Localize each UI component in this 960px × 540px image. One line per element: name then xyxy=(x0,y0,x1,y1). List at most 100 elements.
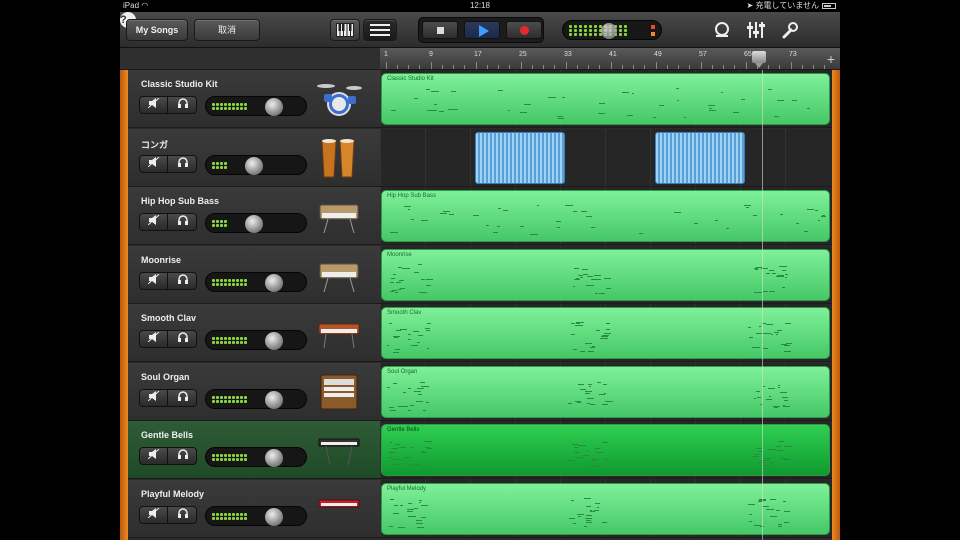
track-volume-slider[interactable] xyxy=(205,213,307,233)
play-button[interactable] xyxy=(464,21,500,39)
headphones-icon xyxy=(178,390,188,401)
mute-button[interactable] xyxy=(140,506,168,523)
audio-region[interactable] xyxy=(655,131,745,184)
mute-button[interactable] xyxy=(140,448,168,464)
track-header[interactable]: Soul Organ xyxy=(128,362,380,421)
track-lane[interactable] xyxy=(380,128,832,187)
ruler-tick xyxy=(633,65,634,69)
add-section-button[interactable]: + xyxy=(822,50,840,68)
drum-kit-icon[interactable] xyxy=(316,78,362,120)
track-level-meter xyxy=(212,453,252,463)
tracks-view-button[interactable] xyxy=(363,19,397,41)
track-volume-slider[interactable] xyxy=(205,447,307,467)
record-button[interactable] xyxy=(506,21,542,39)
track-volume-knob[interactable] xyxy=(265,449,283,467)
track-volume-knob[interactable] xyxy=(265,332,283,350)
undo-button[interactable]: 取消 xyxy=(194,19,260,41)
solo-button[interactable] xyxy=(169,97,197,113)
region-label: Soul Organ xyxy=(387,368,418,375)
stop-button[interactable] xyxy=(422,21,458,39)
region-label: Smooth Clav xyxy=(387,310,422,316)
lane-gridline xyxy=(605,128,606,186)
playhead-handle[interactable] xyxy=(752,51,766,68)
solo-button[interactable] xyxy=(169,448,197,464)
track-volume-knob[interactable] xyxy=(265,390,283,409)
keyboard-icon[interactable] xyxy=(316,429,362,471)
mute-button[interactable] xyxy=(140,97,168,113)
track-lane[interactable]: Gentle Bells xyxy=(380,421,832,479)
track-header[interactable]: Gentle Bells xyxy=(128,421,380,479)
track-volume-slider[interactable] xyxy=(205,271,307,292)
track-header[interactable]: Moonrise xyxy=(128,245,380,304)
my-songs-button[interactable]: My Songs xyxy=(126,19,188,41)
track-header[interactable]: Classic Studio Kit xyxy=(128,70,380,128)
loop-browser-icon[interactable] xyxy=(712,21,732,41)
solo-button[interactable] xyxy=(169,507,197,523)
synth-keyboard-icon[interactable] xyxy=(316,254,362,296)
ruler-mark: 49 xyxy=(654,51,662,58)
solo-button[interactable] xyxy=(169,214,197,230)
solo-button[interactable] xyxy=(169,331,197,347)
ruler-tick xyxy=(386,62,387,69)
track-lane[interactable]: Classic Studio Kit xyxy=(380,70,832,128)
synth-keyboard-icon[interactable] xyxy=(316,195,362,237)
master-volume-knob[interactable] xyxy=(601,23,617,39)
ruler-tick xyxy=(611,62,612,69)
track-volume-slider[interactable] xyxy=(205,388,307,409)
speaker-mute-icon xyxy=(147,448,159,460)
ruler-tick xyxy=(678,65,679,69)
track-header[interactable]: Hip Hop Sub Bass xyxy=(128,187,380,245)
ruler-tick xyxy=(487,65,488,69)
solo-button[interactable] xyxy=(169,390,197,406)
track-header[interactable]: コンガ xyxy=(128,128,380,187)
ruler-tick xyxy=(689,65,690,69)
track-volume-knob[interactable] xyxy=(265,273,283,292)
track-lane[interactable]: Hip Hop Sub Bass xyxy=(380,187,832,245)
track-volume-knob[interactable] xyxy=(245,156,263,175)
audio-region[interactable] xyxy=(475,131,565,184)
track-lane[interactable]: Soul Organ xyxy=(380,362,832,421)
clip-indicator-low xyxy=(651,32,655,36)
battery-icon xyxy=(822,2,836,9)
right-edge-bar xyxy=(832,70,840,540)
solo-button[interactable] xyxy=(169,156,197,172)
track-buttons xyxy=(139,330,197,348)
lane-gridline xyxy=(650,128,651,186)
red-keyboard-icon[interactable] xyxy=(316,488,362,530)
track-level-meter xyxy=(212,512,252,522)
mute-button[interactable] xyxy=(140,214,168,230)
mute-button[interactable] xyxy=(140,155,168,172)
track-buttons xyxy=(139,388,197,407)
track-volume-knob[interactable] xyxy=(265,507,283,526)
track-name: Soul Organ xyxy=(141,371,190,382)
wrench-icon[interactable] xyxy=(780,21,800,41)
track-buttons xyxy=(139,505,197,524)
track-lane[interactable]: Smooth Clav xyxy=(380,304,832,362)
ruler-tick xyxy=(802,65,803,69)
mute-button[interactable] xyxy=(140,389,168,406)
track-header[interactable]: Playful Melody xyxy=(128,479,380,538)
solo-button[interactable] xyxy=(169,273,197,289)
conga-icon[interactable] xyxy=(316,137,362,179)
track-volume-knob[interactable] xyxy=(245,215,263,233)
ipad-screen: iPad ◠ 12:18 ➤ 充電していません My Songs 取消 ? 1 … xyxy=(120,0,840,540)
mute-button[interactable] xyxy=(140,331,168,347)
clavinet-icon[interactable] xyxy=(316,312,362,354)
track-volume-slider[interactable] xyxy=(205,330,307,350)
track-volume-slider[interactable] xyxy=(205,505,307,526)
track-volume-slider[interactable] xyxy=(205,96,307,116)
master-volume[interactable] xyxy=(562,20,662,40)
track-lane[interactable]: Playful Melody xyxy=(380,479,832,538)
mute-button[interactable] xyxy=(140,272,168,289)
organ-icon[interactable] xyxy=(316,371,362,413)
track-header[interactable]: Smooth Clav xyxy=(128,304,380,362)
timeline-ruler[interactable]: 1 9 17 25 33 41 49 57 65 73 + xyxy=(380,48,840,70)
instrument-view-button[interactable] xyxy=(330,19,360,41)
ruler-tick xyxy=(453,65,454,69)
charging-status: 充電していません xyxy=(755,1,819,10)
mixer-icon[interactable] xyxy=(746,21,766,41)
track-volume-slider[interactable] xyxy=(205,154,307,175)
track-volume-knob[interactable] xyxy=(265,98,283,116)
track-lane[interactable]: Moonrise xyxy=(380,245,832,304)
ruler-tick xyxy=(768,65,769,69)
